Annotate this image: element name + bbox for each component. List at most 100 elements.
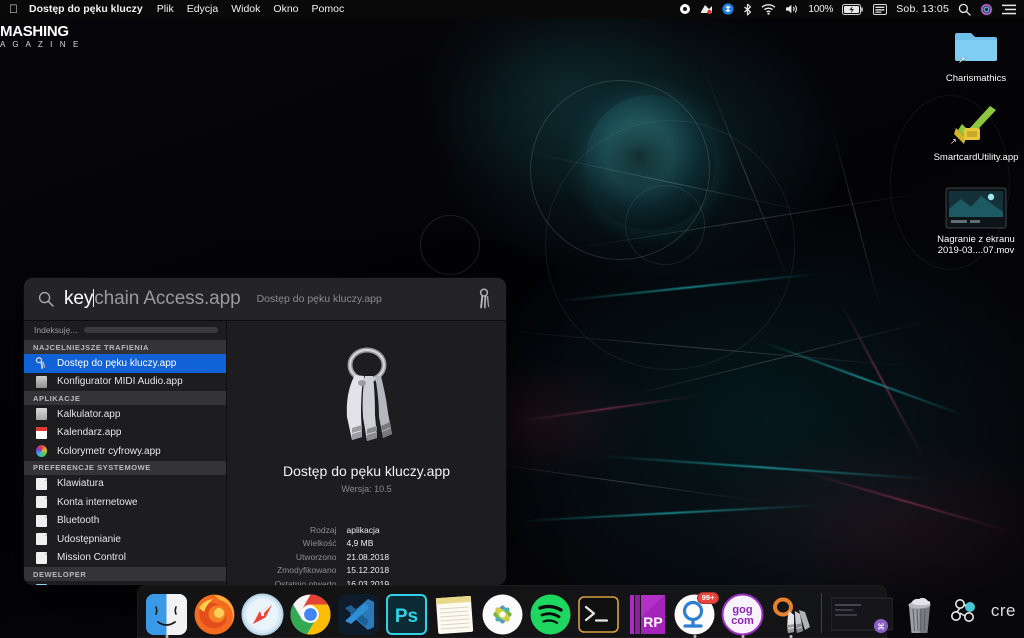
dock-item-spotify[interactable] (529, 593, 572, 636)
dock-item-terminal[interactable] (577, 593, 620, 636)
bluetooth-icon[interactable] (743, 3, 752, 16)
watermark-line-2: A G A Z I N E (0, 40, 81, 49)
wifi-icon[interactable] (761, 3, 776, 15)
spotlight-search-window[interactable]: keychain Access.app Dostęp do pęku klucz… (24, 278, 506, 585)
document-icon (33, 532, 49, 546)
spotlight-results-list[interactable]: Indeksuję... NAJCELNIEJSZE TRAFIENIA Dost… (24, 321, 227, 585)
result-row[interactable]: Udostępnianie (24, 530, 226, 549)
menu-item-edycja[interactable]: Edycja (187, 3, 219, 15)
cre-watermark: cre (950, 598, 1016, 624)
dropbox-icon[interactable] (722, 3, 735, 15)
dock[interactable]: Ps RP 99+ gog com ⌘ (137, 585, 931, 638)
metadata-value: 21.08.2018 (346, 551, 390, 562)
metadata-key: Wielkość (302, 538, 337, 549)
desktop-icon-label: SmartcardUtility.app (933, 152, 1019, 163)
result-row[interactable]: Klawiatura (24, 475, 226, 494)
result-row-label: Dostęp do pęku kluczy.app (57, 357, 177, 369)
result-row[interactable]: Kalkulator.app (24, 405, 226, 424)
dock-item-notes[interactable] (433, 593, 476, 636)
result-row-label: Kolorymetr cyfrowy.app (57, 445, 161, 457)
dock-item-photoshop[interactable]: Ps (385, 593, 428, 636)
dock-item-chrome[interactable] (289, 593, 332, 636)
desktop-icon-smartcardutility[interactable]: ↗ SmartcardUtility.app (928, 103, 1024, 163)
document-icon (35, 477, 47, 490)
watermark-line-1: MASHING (0, 23, 69, 40)
digital-color-meter-icon (35, 445, 47, 458)
menu-item-okno[interactable]: Okno (273, 3, 298, 15)
dock-trash[interactable] (898, 593, 941, 636)
desktop-icon-charismathics[interactable]: ↗ Charismathics (928, 24, 1024, 84)
dock-item-safari[interactable] (241, 593, 284, 636)
dock-item-rapidweaver[interactable]: RP (625, 593, 668, 636)
menubar-app-title[interactable]: Dostęp do pęku kluczy (29, 3, 143, 15)
dock-item-vscode[interactable] (337, 593, 380, 636)
menu-bar-status-area: 100% Sob. 13:05 (679, 3, 1024, 16)
dock-item-mail[interactable]: 99+ (673, 592, 719, 638)
menubar-clock[interactable]: Sob. 13:05 (896, 3, 949, 15)
result-row[interactable]: Kalendarz.app (24, 424, 226, 443)
menu-item-pomoc[interactable]: Pomoc (312, 3, 345, 15)
blue-folder-icon: ↗ (928, 24, 1024, 70)
calendar-icon (33, 426, 49, 440)
menu-item-widok[interactable]: Widok (231, 3, 260, 15)
result-row[interactable]: Bluetooth (24, 512, 226, 531)
dock-item-finder[interactable] (145, 593, 188, 638)
keychain-keys-icon (474, 288, 494, 310)
desktop-icon-screen-recording[interactable]: Nagranie z ekranu 2019-03....07.mov (928, 185, 1024, 256)
document-icon (33, 551, 49, 565)
volume-icon[interactable] (785, 3, 799, 15)
dock-item-gog[interactable]: gog com (721, 593, 764, 638)
wallpaper-ring (625, 185, 705, 265)
menu-bar:  Dostęp do pęku kluczy Plik Edycja Wido… (0, 0, 1024, 18)
result-row-label: Udostępnianie (57, 533, 121, 545)
svg-text:com: com (731, 615, 754, 627)
smashing-magazine-watermark: MASHING A G A Z I N E (0, 24, 81, 49)
result-row[interactable]: Mission Control (24, 549, 226, 568)
search-input[interactable]: keychain Access.app (64, 288, 241, 310)
preview-metadata-table: Rodzaj aplikacja Wielkość 4,9 MB Utworzono 21… (241, 525, 493, 585)
dock-item-keychain-access[interactable] (769, 593, 812, 638)
svg-text:↗: ↗ (950, 137, 957, 146)
metadata-value: aplikacja (346, 525, 380, 535)
menu-app-icon[interactable] (700, 3, 713, 15)
dock-item-photos[interactable] (481, 593, 524, 636)
header-file-icon: c (35, 584, 47, 585)
input-source-icon[interactable] (873, 3, 888, 15)
battery-charging-icon[interactable] (842, 3, 864, 15)
spotlight-preview-panel: Dostęp do pęku kluczy.app Wersja: 10.5 R… (227, 321, 506, 585)
result-row-label: Bluetooth (57, 515, 100, 527)
result-row[interactable]: Kolorymetr cyfrowy.app (24, 442, 226, 461)
result-row-label: Mission Control (57, 552, 126, 564)
result-row-label: Kalendarz.app (57, 427, 122, 439)
siri-icon[interactable] (980, 3, 993, 16)
document-icon (33, 495, 49, 509)
calendar-icon (35, 426, 47, 439)
header-file-icon: c (33, 583, 49, 585)
result-row[interactable]: Dostęp do pęku kluczy.app (24, 354, 226, 373)
wallpaper-ring (420, 215, 480, 275)
menu-item-plik[interactable]: Plik (157, 3, 174, 15)
svg-text:RP: RP (643, 614, 662, 630)
result-row[interactable]: Konta internetowe (24, 493, 226, 512)
metadata-key: Zmodyfikowano (276, 565, 337, 576)
metadata-value: 15.12.2018 (346, 565, 390, 576)
dock-item-firefox[interactable] (193, 593, 236, 636)
spotlight-search-icon[interactable] (958, 3, 971, 16)
result-row-label: Klawiatura (57, 478, 104, 490)
results-section-header: NAJCELNIEJSZE TRAFIENIA (24, 340, 226, 354)
spotlight-body: Indeksuję... NAJCELNIEJSZE TRAFIENIA Dost… (24, 321, 506, 585)
apple-logo-icon[interactable]:  (0, 3, 29, 15)
result-row-label: Kalkulator.app (57, 408, 121, 420)
record-dot-icon[interactable] (679, 3, 691, 15)
preview-version: Wersja: 10.5 (341, 484, 392, 494)
result-row-label: Konfigurator MIDI Audio.app (57, 376, 183, 388)
svg-text:Ps: Ps (395, 606, 418, 627)
spotlight-search-bar[interactable]: keychain Access.app Dostęp do pęku klucz… (24, 278, 506, 321)
notification-center-icon[interactable] (1002, 4, 1016, 15)
desktop-icon-label: Nagranie z ekranu 2019-03....07.mov (937, 234, 1015, 256)
creative-nodes-icon (950, 599, 975, 622)
dock-minimized-window[interactable]: ⌘ (831, 593, 893, 636)
metadata-value: 4,9 MB (346, 538, 374, 549)
result-row[interactable]: Konfigurator MIDI Audio.app (24, 373, 226, 392)
cre-watermark-text: cre (990, 601, 1016, 620)
